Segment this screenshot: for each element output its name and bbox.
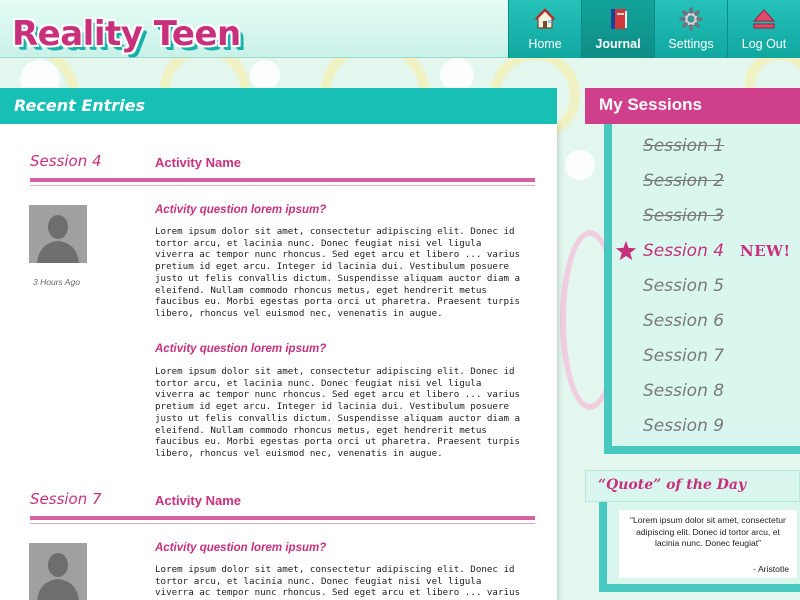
avatar	[29, 543, 87, 600]
background-dot	[440, 58, 474, 92]
avatar	[29, 205, 87, 263]
entry-header: Session 7 Activity Name	[30, 490, 535, 524]
session-item[interactable]: Session 2	[643, 171, 724, 191]
entry-session-title[interactable]: Session 4	[30, 152, 102, 170]
background-dot	[565, 150, 595, 180]
eject-icon	[752, 7, 776, 31]
question-title: Activity question lorem ipsum?	[155, 542, 327, 554]
question-answer: Lorem ipsum dolor sit amet, consectetur …	[155, 226, 521, 319]
recent-entries-title: Recent Entries	[14, 96, 146, 115]
question-title: Activity question lorem ipsum?	[155, 343, 327, 355]
nav-logout-label: Log Out	[741, 37, 787, 51]
nav-settings-label: Settings	[668, 37, 714, 51]
quote-text: “Lorem ipsum dolor sit amet, consectetur…	[630, 515, 786, 548]
question-title: Activity question lorem ipsum?	[155, 204, 327, 216]
top-header: Reality Teen Home Journal Settings Log O…	[0, 0, 800, 58]
sessions-list: Session 1 Session 2 Session 3 Session 4 …	[604, 124, 800, 454]
background-dot	[250, 60, 280, 90]
gear-icon	[679, 7, 703, 31]
my-sessions-title: My Sessions	[599, 95, 702, 114]
entry-session-title[interactable]: Session 7	[30, 490, 102, 508]
quote-card: “Lorem ipsum dolor sit amet, consectetur…	[619, 510, 797, 578]
recent-entries-header: Recent Entries	[0, 88, 557, 124]
entry-activity-name[interactable]: Activity Name	[155, 155, 241, 170]
person-silhouette-icon	[29, 205, 87, 263]
quote-header: “Quote” of the Day	[585, 470, 800, 502]
session-item[interactable]: Session 9	[643, 416, 724, 436]
session-item[interactable]: Session 8	[643, 381, 724, 401]
session-item[interactable]: Session 5	[643, 276, 724, 296]
my-sessions-header: My Sessions	[585, 88, 800, 124]
question-answer: Lorem ipsum dolor sit amet, consectetur …	[155, 366, 521, 459]
session-item[interactable]: Session 1	[643, 136, 724, 156]
nav-home-label: Home	[528, 37, 562, 51]
session-item[interactable]: Session 7	[643, 346, 724, 366]
entry-time-ago: 3 Hours Ago	[33, 277, 80, 287]
session-item[interactable]: Session 3	[643, 206, 724, 226]
entry-activity-name[interactable]: Activity Name	[155, 493, 241, 508]
quote-title: “Quote” of the Day	[598, 477, 747, 493]
entry-header: Session 4 Activity Name	[30, 152, 535, 186]
star-icon	[615, 240, 637, 261]
new-badge: NEW!	[740, 242, 791, 260]
nav-settings[interactable]: Settings	[654, 0, 727, 58]
journal-icon	[606, 7, 630, 31]
question-answer: Lorem ipsum dolor sit amet, consectetur …	[155, 564, 521, 600]
quote-panel: “Lorem ipsum dolor sit amet, consectetur…	[599, 502, 800, 592]
nav-logout[interactable]: Log Out	[727, 0, 800, 58]
session-item-current[interactable]: Session 4	[643, 241, 724, 261]
nav-home[interactable]: Home	[508, 0, 581, 58]
nav-journal-label: Journal	[595, 37, 641, 51]
nav-journal[interactable]: Journal	[581, 0, 654, 58]
person-silhouette-icon	[29, 543, 87, 600]
main-nav: Home Journal Settings Log Out	[508, 0, 800, 58]
app-logo[interactable]: Reality Teen	[12, 14, 241, 54]
home-icon	[533, 7, 557, 31]
recent-entries-panel: Session 4 Activity Name 3 Hours Ago Acti…	[0, 124, 557, 600]
session-item[interactable]: Session 6	[643, 311, 724, 331]
quote-author: - Aristotle	[753, 564, 789, 574]
